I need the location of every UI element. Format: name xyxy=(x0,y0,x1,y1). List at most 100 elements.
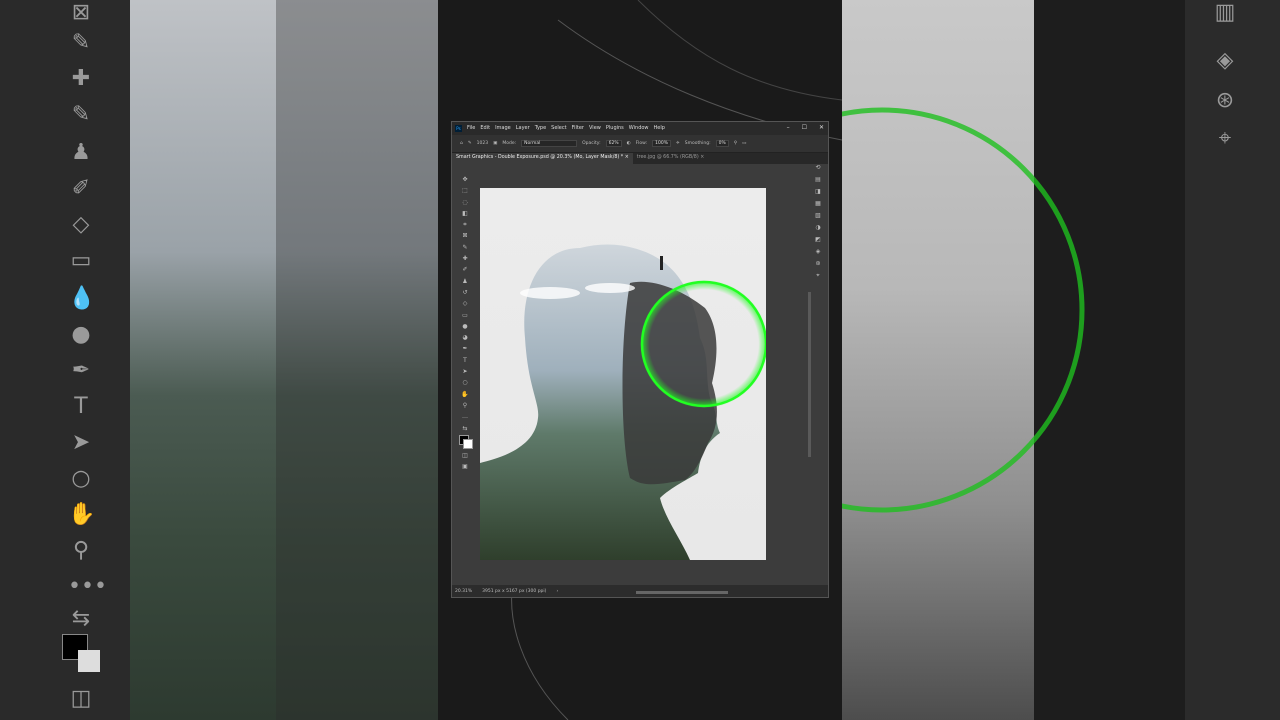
path-select-icon: ➤ xyxy=(71,430,91,455)
maximize-button[interactable]: ☐ xyxy=(802,124,807,131)
brush-icon[interactable]: ✐ xyxy=(456,264,474,275)
eyedropper-icon[interactable]: ✎ xyxy=(456,242,474,253)
status-arrow-icon[interactable]: › xyxy=(556,589,558,594)
channels-panel-icon[interactable]: ⊛ xyxy=(808,260,828,272)
frame-icon[interactable]: ⊠ xyxy=(456,230,474,241)
menu-image[interactable]: Image xyxy=(495,125,511,131)
menu-view[interactable]: View xyxy=(589,125,601,131)
close-button[interactable]: ✕ xyxy=(819,124,824,131)
brush-panel-icon[interactable]: ▣ xyxy=(493,141,497,146)
type-icon[interactable]: T xyxy=(456,355,474,366)
history-brush-icon[interactable]: ↺ xyxy=(456,287,474,298)
color-panel-icon[interactable]: ◨ xyxy=(808,188,828,200)
flow-field[interactable]: 100% xyxy=(652,140,672,147)
vertical-scrollbar[interactable] xyxy=(808,292,811,457)
workspace-icon[interactable]: ▭ xyxy=(742,141,746,146)
horizontal-scrollbar[interactable] xyxy=(636,591,728,594)
paths-icon: ⌖ xyxy=(1218,126,1232,151)
tab-close-icon[interactable]: × xyxy=(700,155,704,160)
airbrush-icon[interactable]: ✈ xyxy=(676,141,680,146)
tab-tree[interactable]: tree.jpg @ 66.7% (RGB/8) × xyxy=(633,153,709,164)
menu-file[interactable]: File xyxy=(467,125,475,131)
menu-edit[interactable]: Edit xyxy=(480,125,490,131)
swatches-panel-icon[interactable]: ▦ xyxy=(808,200,828,212)
swap-colors-icon: ⇆ xyxy=(71,606,91,631)
libraries-panel-icon[interactable]: ▧ xyxy=(808,212,828,224)
zoom-icon: ⚲ xyxy=(72,538,90,563)
clone-stamp-icon[interactable]: ♟ xyxy=(456,276,474,287)
quick-mask-icon[interactable]: ◫ xyxy=(456,450,474,461)
app-logo: Ps xyxy=(455,125,462,132)
layers-panel-icon[interactable]: ◈ xyxy=(808,248,828,260)
home-icon[interactable]: ⌂ xyxy=(460,141,463,146)
more-icon: ••• xyxy=(68,574,107,599)
opacity-field[interactable]: 62% xyxy=(605,140,622,147)
menu-layer[interactable]: Layer xyxy=(516,125,530,131)
tab-label: tree.jpg @ 66.7% (RGB/8) xyxy=(636,155,699,160)
eraser-icon[interactable]: ◇ xyxy=(456,298,474,309)
brush-tool-icon[interactable]: ✎ xyxy=(468,141,472,146)
dodge-icon[interactable]: ◕ xyxy=(456,332,474,343)
screen-mode-icon[interactable]: ▣ xyxy=(456,461,474,472)
tab-close-icon[interactable]: × xyxy=(625,155,629,160)
menu-type[interactable]: Type xyxy=(535,125,546,131)
healing-icon: ✚ xyxy=(71,66,91,91)
gradient-icon: ▭ xyxy=(70,248,92,273)
smoothing-field[interactable]: 0% xyxy=(715,140,729,147)
swap-colors-icon[interactable]: ⇆ xyxy=(456,423,474,434)
menu-filter[interactable]: Filter xyxy=(572,125,584,131)
blur-icon: 💧 xyxy=(68,286,96,311)
menu-help[interactable]: Help xyxy=(654,125,665,131)
hand-icon: ✋ xyxy=(68,502,96,527)
adjustments-panel-icon[interactable]: ◑ xyxy=(808,224,828,236)
brush-icon: ✎ xyxy=(71,102,91,127)
brush-size[interactable]: 1023 xyxy=(477,141,488,146)
window-controls: – ☐ ✕ xyxy=(787,124,824,131)
color-swatches xyxy=(456,434,474,450)
stamp-icon: ♟ xyxy=(71,140,91,165)
quick-mask-icon: ◫ xyxy=(70,686,92,711)
search-icon[interactable]: ⚲ xyxy=(734,141,737,146)
background-left-blur: ⊠ ✎ ✚ ✎ ♟ ✐ ◇ ▭ 💧 ● ✒ T ➤ ○ ✋ ⚲ ••• ⇆ ◫ xyxy=(0,0,438,720)
menu-plugins[interactable]: Plugins xyxy=(606,125,624,131)
document-canvas[interactable] xyxy=(480,188,766,560)
type-icon: T xyxy=(74,394,88,419)
menu-select[interactable]: Select xyxy=(551,125,566,131)
properties-panel-icon[interactable]: ▤ xyxy=(808,176,828,188)
eyedropper-icon: ✎ xyxy=(71,30,91,55)
path-select-icon[interactable]: ➤ xyxy=(456,366,474,377)
menu-window[interactable]: Window xyxy=(629,125,649,131)
mode-select[interactable]: Normal xyxy=(521,140,578,147)
zoom-icon[interactable]: ⚲ xyxy=(456,400,474,411)
marquee-icon[interactable]: ⬚ xyxy=(456,185,474,196)
blur-icon[interactable]: ● xyxy=(456,321,474,332)
crop-icon[interactable]: ⌗ xyxy=(456,219,474,230)
healing-icon[interactable]: ✚ xyxy=(456,253,474,264)
standing-figure xyxy=(660,256,663,270)
photoshop-window: Ps File Edit Image Layer Type Select Fil… xyxy=(451,121,829,598)
blurred-head-silhouette xyxy=(276,0,438,720)
paths-panel-icon[interactable]: ⌖ xyxy=(808,272,828,284)
styles-panel-icon[interactable]: ◩ xyxy=(808,236,828,248)
cloud xyxy=(585,283,635,293)
background-color-swatch[interactable] xyxy=(463,438,473,449)
minimize-button[interactable]: – xyxy=(787,124,790,131)
pen-icon[interactable]: ✒ xyxy=(456,343,474,354)
pressure-opacity-icon[interactable]: ◐ xyxy=(627,141,631,146)
eraser-icon: ◇ xyxy=(72,212,90,237)
shape-icon[interactable]: ○ xyxy=(456,377,474,388)
more-icon[interactable]: … xyxy=(456,411,474,422)
lasso-icon[interactable]: ◌ xyxy=(456,197,474,208)
history-brush-icon: ✐ xyxy=(71,176,91,201)
tab-double-exposure[interactable]: Smart Graphics - Double Exposure.psd @ 2… xyxy=(452,153,633,164)
tools-panel: ✥ ⬚ ◌ ◧ ⌗ ⊠ ✎ ✚ ✐ ♟ ↺ ◇ ▭ ● ◕ ✒ T ➤ ○ ✋ … xyxy=(456,174,474,494)
panel-icon: ▥ xyxy=(1214,0,1236,25)
gradient-icon[interactable]: ▭ xyxy=(456,310,474,321)
hand-icon[interactable]: ✋ xyxy=(456,389,474,400)
history-panel-icon[interactable]: ⟲ xyxy=(808,164,828,176)
pen-icon: ✒ xyxy=(71,358,91,383)
zoom-level[interactable]: 20.31% xyxy=(455,589,472,594)
object-select-icon[interactable]: ◧ xyxy=(456,208,474,219)
move-icon[interactable]: ✥ xyxy=(456,174,474,185)
smoothing-label: Smoothing: xyxy=(684,141,711,146)
